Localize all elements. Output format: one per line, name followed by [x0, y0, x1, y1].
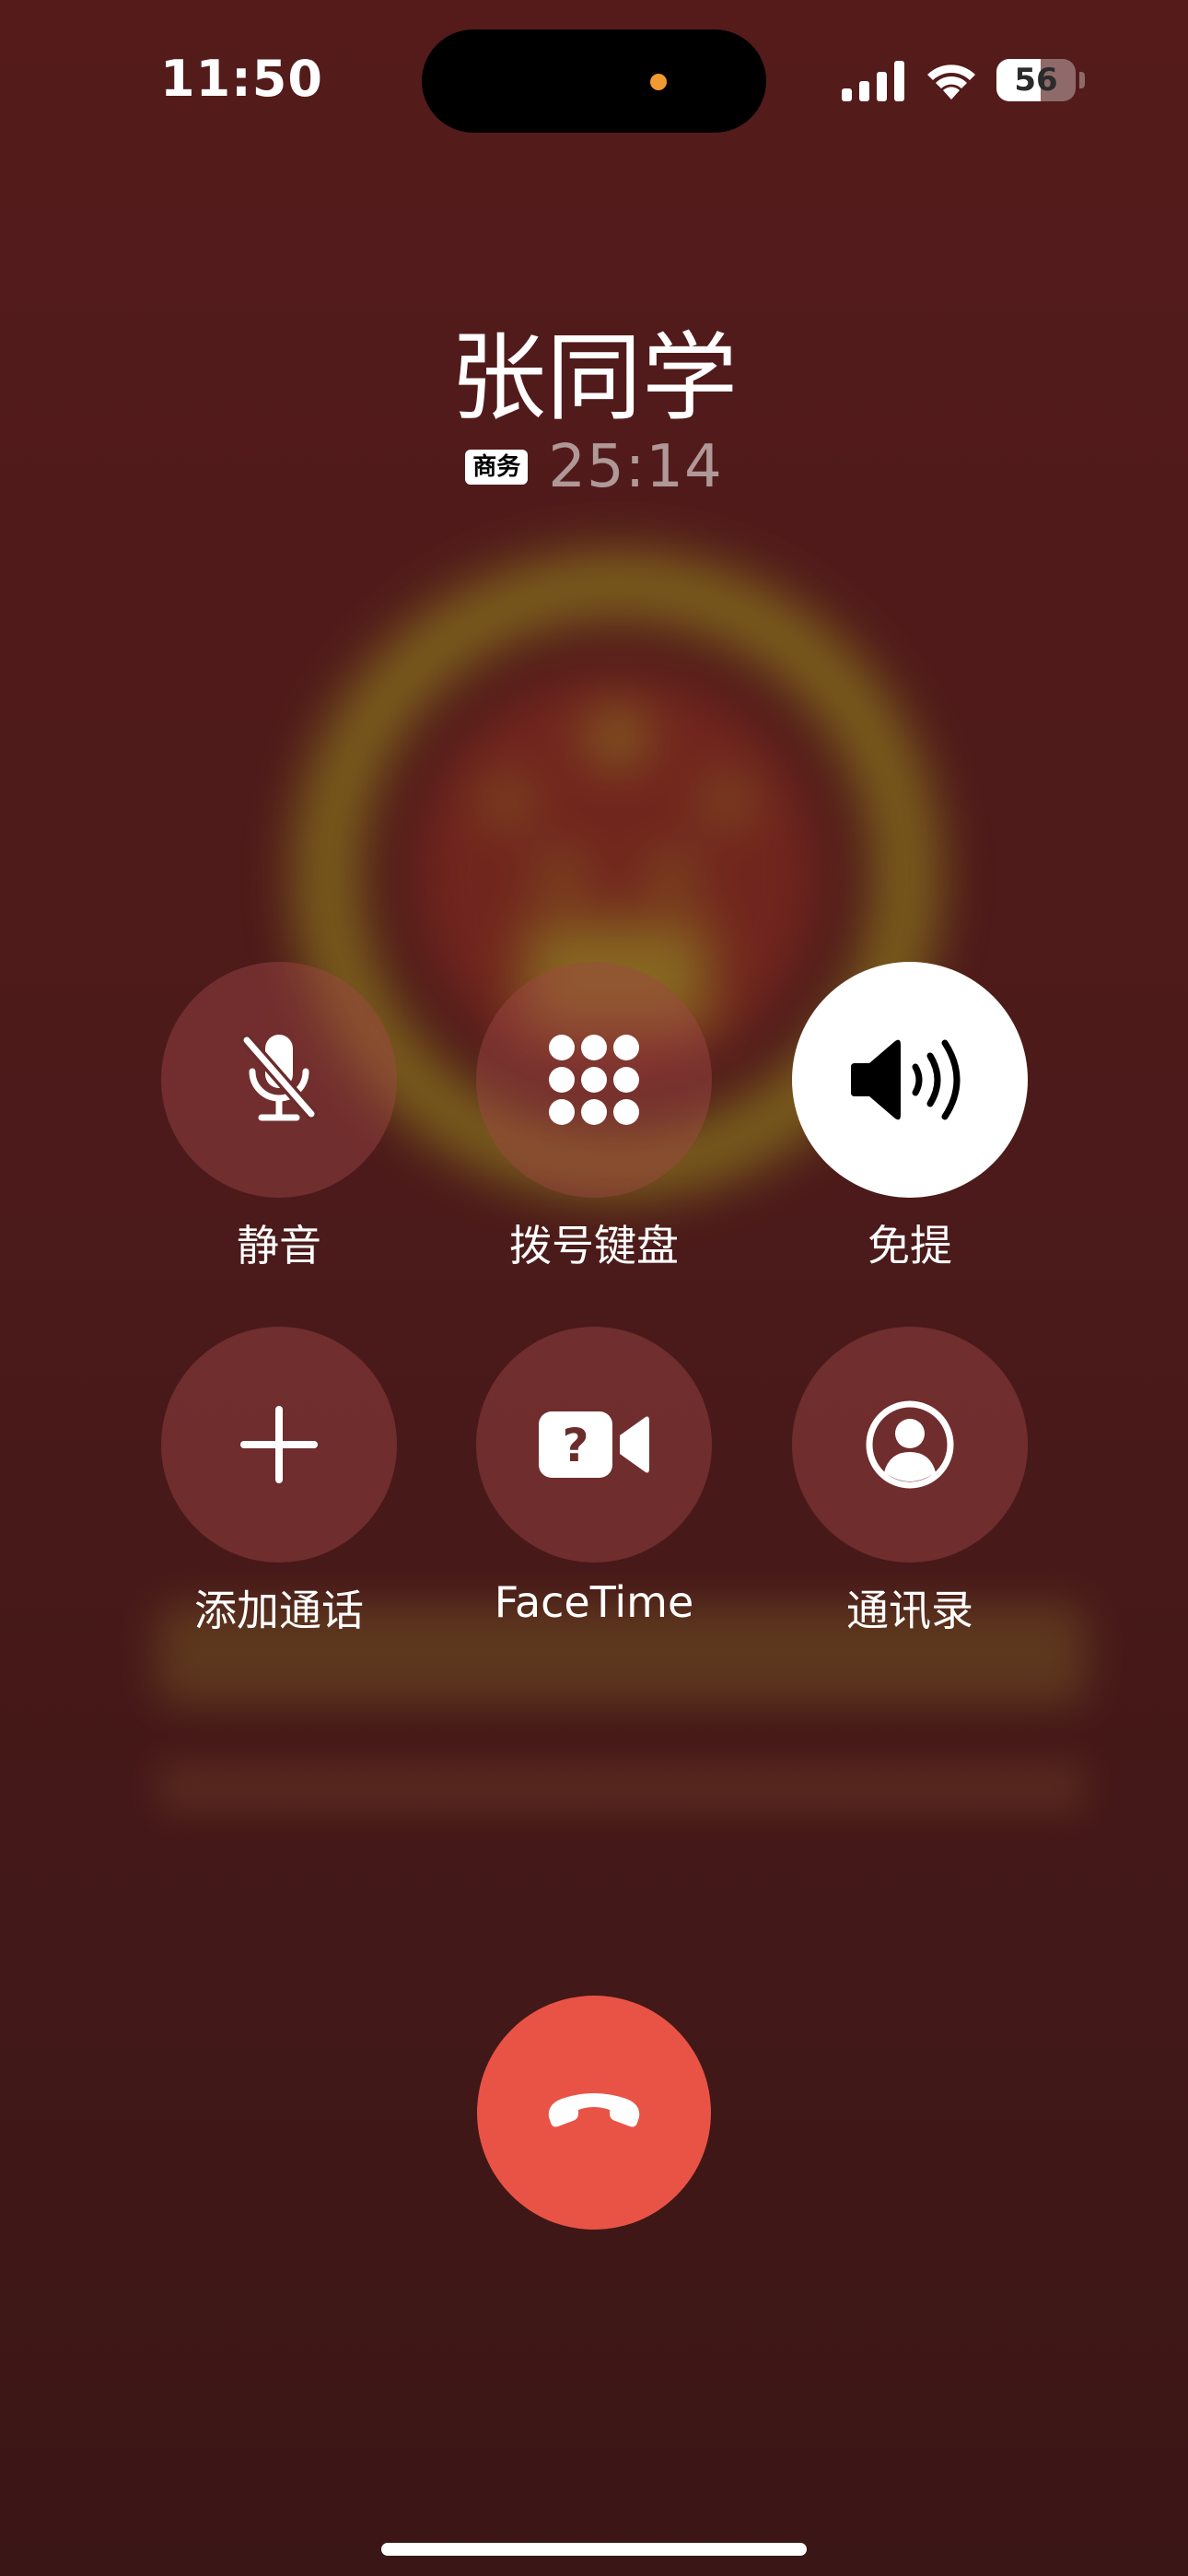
mute-label: 静音 — [237, 1221, 321, 1270]
mute-button[interactable]: 静音 — [161, 962, 397, 1273]
battery-icon: 56 — [996, 59, 1076, 101]
facetime-label: FaceTime — [494, 1577, 694, 1627]
background-banner-sub — [157, 1760, 1087, 1815]
dynamic-island — [422, 29, 766, 133]
contacts-icon — [866, 1400, 954, 1489]
facetime-icon: ? — [539, 1411, 649, 1478]
cellular-signal-icon — [842, 61, 904, 101]
caller-subtitle: 商务 25:14 — [0, 433, 1188, 501]
end-call-button[interactable] — [477, 1996, 711, 2230]
phone-down-icon — [548, 2093, 640, 2127]
keypad-icon — [549, 1035, 639, 1125]
add-call-label: 添加通话 — [194, 1586, 364, 1635]
svg-text:?: ? — [562, 1419, 588, 1472]
plus-icon — [240, 1406, 318, 1483]
home-indicator[interactable] — [381, 2543, 807, 2556]
speaker-icon — [851, 1039, 961, 1120]
caller-label-badge: 商务 — [465, 450, 529, 485]
speaker-label: 免提 — [868, 1221, 952, 1270]
call-duration: 25:14 — [548, 433, 723, 501]
mic-slash-icon — [240, 1034, 318, 1121]
mic-indicator-dot — [650, 74, 667, 90]
mute-circle[interactable] — [161, 962, 397, 1198]
keypad-label: 拨号键盘 — [509, 1221, 679, 1270]
facetime-circle[interactable]: ? — [476, 1327, 712, 1563]
facetime-button[interactable]: ? FaceTime — [476, 1327, 712, 1627]
battery-percent: 56 — [1014, 62, 1058, 99]
battery-nub — [1079, 72, 1085, 88]
contacts-circle[interactable] — [792, 1327, 1028, 1563]
keypad-button[interactable]: 拨号键盘 — [476, 962, 712, 1273]
speaker-button[interactable]: 免提 — [792, 962, 1028, 1273]
add-call-button[interactable]: 添加通话 — [161, 1327, 397, 1638]
add-call-circle[interactable] — [161, 1327, 397, 1563]
status-time: 11:50 — [160, 50, 323, 108]
speaker-circle[interactable] — [792, 962, 1028, 1198]
keypad-circle[interactable] — [476, 962, 712, 1198]
caller-name: 张同学 — [449, 322, 738, 434]
wifi-icon — [927, 64, 975, 100]
contacts-label: 通讯录 — [846, 1586, 973, 1635]
contacts-button[interactable]: 通讯录 — [792, 1327, 1028, 1638]
